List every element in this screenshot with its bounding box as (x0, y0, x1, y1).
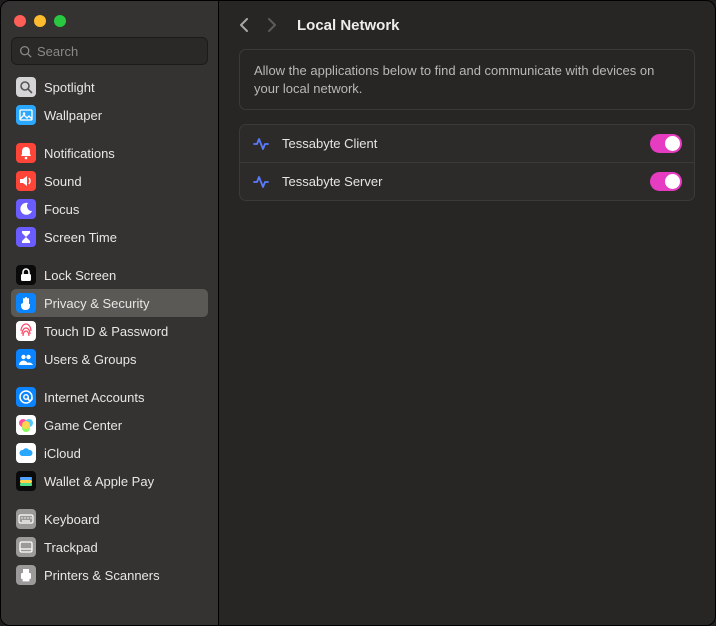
sidebar-item-wallet-apple-pay[interactable]: Wallet & Apple Pay (11, 467, 208, 495)
app-row: Tessabyte Client (240, 125, 694, 162)
app-activity-icon (252, 173, 270, 191)
sidebar-item-label: Trackpad (44, 540, 98, 555)
sidebar-item-label: Lock Screen (44, 268, 116, 283)
sidebar-item-internet-accounts[interactable]: Internet Accounts (11, 383, 208, 411)
wallpaper-icon (16, 105, 36, 125)
page-title: Local Network (297, 17, 400, 34)
sidebar-item-spotlight[interactable]: Spotlight (11, 73, 208, 101)
app-name: Tessabyte Server (282, 174, 638, 189)
cloud-icon (16, 443, 36, 463)
sidebar-item-trackpad[interactable]: Trackpad (11, 533, 208, 561)
minimize-window-button[interactable] (34, 15, 46, 27)
permission-toggle[interactable] (650, 172, 682, 191)
trackpad-icon (16, 537, 36, 557)
sidebar-item-label: Keyboard (44, 512, 100, 527)
sidebar-item-game-center[interactable]: Game Center (11, 411, 208, 439)
sidebar-item-lock-screen[interactable]: Lock Screen (11, 261, 208, 289)
chevron-right-icon (267, 18, 277, 32)
sidebar-item-label: Wallet & Apple Pay (44, 474, 154, 489)
sidebar-item-label: Internet Accounts (44, 390, 144, 405)
info-text: Allow the applications below to find and… (239, 49, 695, 110)
sidebar-item-touch-id-password[interactable]: Touch ID & Password (11, 317, 208, 345)
app-row: Tessabyte Server (240, 162, 694, 200)
sidebar-item-label: Privacy & Security (44, 296, 149, 311)
sidebar-item-wallpaper[interactable]: Wallpaper (11, 101, 208, 129)
sidebar-item-label: Spotlight (44, 80, 95, 95)
users-icon (16, 349, 36, 369)
hourglass-icon (16, 227, 36, 247)
sidebar-item-privacy-security[interactable]: Privacy & Security (11, 289, 208, 317)
keyboard-icon (16, 509, 36, 529)
close-window-button[interactable] (14, 15, 26, 27)
at-icon (16, 387, 36, 407)
sidebar-item-label: Wallpaper (44, 108, 102, 123)
touchid-icon (16, 321, 36, 341)
wallet-icon (16, 471, 36, 491)
sidebar-item-users-groups[interactable]: Users & Groups (11, 345, 208, 373)
window-controls (1, 1, 218, 37)
lock-icon (16, 265, 36, 285)
content-pane: Local Network Allow the applications bel… (219, 1, 715, 625)
search-icon (19, 45, 32, 58)
titlebar: Local Network (219, 1, 715, 49)
spotlight-icon (16, 77, 36, 97)
moon-icon (16, 199, 36, 219)
sidebar-item-label: Game Center (44, 418, 122, 433)
sidebar-item-focus[interactable]: Focus (11, 195, 208, 223)
sidebar-item-label: Screen Time (44, 230, 117, 245)
app-activity-icon (252, 135, 270, 153)
printer-icon (16, 565, 36, 585)
sidebar-item-notifications[interactable]: Notifications (11, 139, 208, 167)
sidebar-item-icloud[interactable]: iCloud (11, 439, 208, 467)
search-input[interactable]: Search (11, 37, 208, 65)
bell-icon (16, 143, 36, 163)
sidebar-item-label: Users & Groups (44, 352, 136, 367)
forward-button[interactable] (261, 14, 283, 36)
sound-icon (16, 171, 36, 191)
gamecenter-icon (16, 415, 36, 435)
search-placeholder: Search (37, 44, 78, 59)
sidebar: Search Spotlight Wallpaper Notifications So… (1, 1, 219, 625)
app-name: Tessabyte Client (282, 136, 638, 151)
sidebar-list: Spotlight Wallpaper Notifications Sound Focu… (1, 73, 218, 625)
sidebar-item-label: Focus (44, 202, 79, 217)
sidebar-item-label: iCloud (44, 446, 81, 461)
hand-icon (16, 293, 36, 313)
permission-toggle[interactable] (650, 134, 682, 153)
sidebar-item-label: Printers & Scanners (44, 568, 160, 583)
back-button[interactable] (233, 14, 255, 36)
sidebar-item-keyboard[interactable]: Keyboard (11, 505, 208, 533)
sidebar-item-printers-scanners[interactable]: Printers & Scanners (11, 561, 208, 589)
chevron-left-icon (239, 18, 249, 32)
sidebar-item-sound[interactable]: Sound (11, 167, 208, 195)
sidebar-item-screen-time[interactable]: Screen Time (11, 223, 208, 251)
settings-window: Search Spotlight Wallpaper Notifications So… (0, 0, 716, 626)
zoom-window-button[interactable] (54, 15, 66, 27)
sidebar-item-label: Touch ID & Password (44, 324, 168, 339)
apps-list: Tessabyte Client Tessabyte Server (239, 124, 695, 201)
sidebar-item-label: Notifications (44, 146, 115, 161)
sidebar-item-label: Sound (44, 174, 82, 189)
